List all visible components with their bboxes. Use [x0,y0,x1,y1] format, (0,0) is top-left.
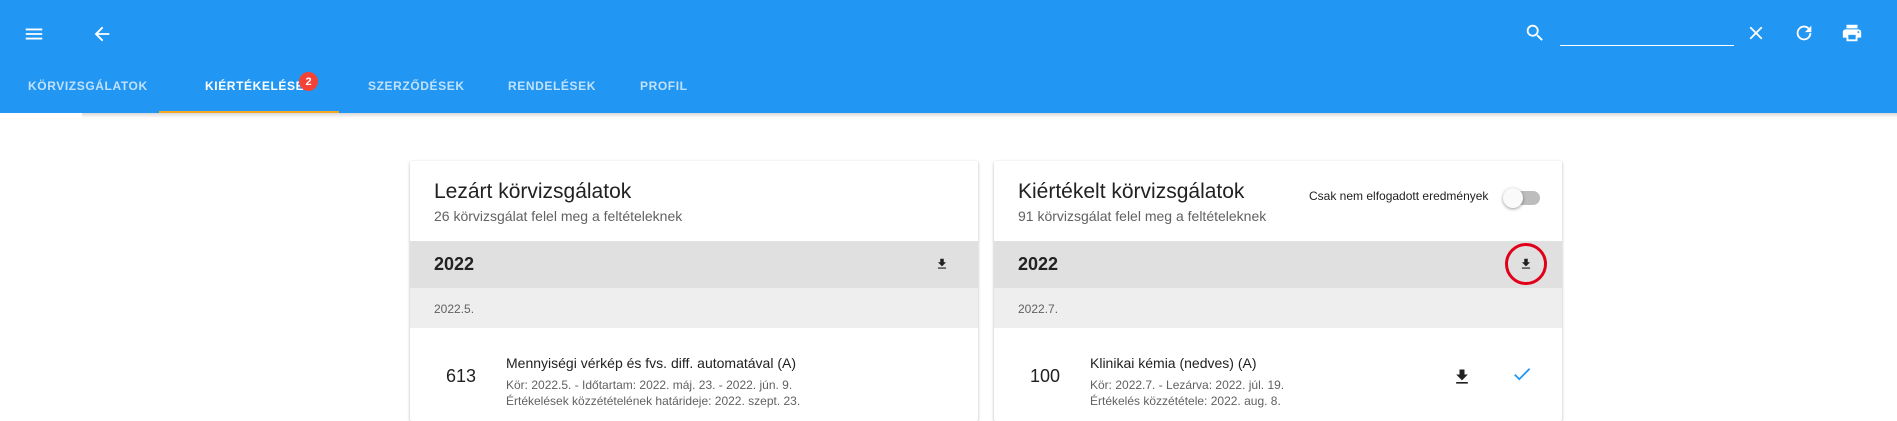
download-icon [1521,258,1531,269]
list-item[interactable]: 613 Mennyiségi vérkép és fvs. diff. auto… [410,328,978,421]
tab-korvizsgalatok[interactable]: KÖRVIZSGÁLATOK [28,79,148,93]
item-deadline-line: Értékelések közzétételének határideje: 2… [506,394,801,408]
toggle-label: Csak nem elfogadott eredmények [1309,189,1489,203]
list-item[interactable]: 100 Klinikai kémia (nedves) (A) Kör: 202… [994,328,1562,421]
year-label: 2022 [1018,254,1059,274]
download-year-button[interactable] [1516,254,1536,274]
toggle-thumb [1503,188,1523,208]
month-header: 2022.5. [410,288,978,328]
item-meta-line: Kör: 2022.7. - Lezárva: 2022. júl. 19. [1090,378,1285,392]
card-title: Kiértékelt körvizsgálatok [1018,180,1245,203]
search-input[interactable] [1560,22,1738,46]
search-underline [1560,45,1734,46]
tab-profil[interactable]: PROFIL [640,79,688,93]
card-title: Lezárt körvizsgálatok [434,180,632,203]
download-evaluation-button[interactable] [1451,366,1473,388]
item-title: Klinikai kémia (nedves) (A) [1090,355,1257,371]
download-year-button[interactable] [932,254,952,274]
print-icon [1842,24,1862,42]
app-bar: KÖRVIZSGÁLATOK KIÉRTÉKELÉSEK 2 SZERZŐDÉS… [0,0,1897,113]
refresh-button[interactable] [1791,20,1817,46]
menu-icon [25,28,43,40]
card-subtitle: 91 körvizsgálat felel meg a feltételekne… [1018,208,1267,224]
menu-button[interactable] [20,20,48,48]
item-number: 613 [446,366,477,386]
item-number: 100 [1030,366,1061,386]
tab-rendelesek[interactable]: RENDELÉSEK [508,79,596,93]
tab-szerzodesek[interactable]: SZERZŐDÉSEK [368,79,465,93]
month-label: 2022.7. [1018,302,1059,316]
download-icon [1456,369,1468,384]
accepted-check [1510,362,1534,386]
year-label: 2022 [434,254,475,274]
back-button[interactable] [88,20,116,48]
only-not-accepted-toggle[interactable] [1503,188,1540,208]
appbar-shadow [82,113,1897,118]
tab-kiertekelesek[interactable]: KIÉRTÉKELÉSEK [205,79,313,93]
arrow-back-icon [94,26,110,42]
item-publish-line: Értékelés közzététele: 2022. aug. 8. [1090,394,1281,408]
month-header: 2022.7. [994,288,1562,328]
search-button[interactable] [1522,20,1548,46]
year-header[interactable]: 2022 [410,241,978,288]
close-icon [1749,26,1763,40]
item-title: Mennyiségi vérkép és fvs. diff. automatá… [506,355,796,371]
clear-search-button[interactable] [1743,20,1769,46]
closed-tests-card: Lezárt körvizsgálatok 26 körvizsgálat fe… [410,161,978,421]
evaluated-tests-card: Kiértékelt körvizsgálatok 91 körvizsgála… [994,161,1562,421]
month-label: 2022.5. [434,302,475,316]
card-subtitle: 26 körvizsgálat felel meg a feltételekne… [434,208,683,224]
print-button[interactable] [1839,20,1865,46]
item-meta-line: Kör: 2022.5. - Időtartam: 2022. máj. 23.… [506,378,793,392]
year-header[interactable]: 2022 [994,241,1562,288]
check-icon [1514,368,1531,381]
search-icon [1526,24,1543,41]
download-icon [937,258,947,269]
refresh-icon [1796,25,1812,41]
notification-badge: 2 [299,72,318,91]
